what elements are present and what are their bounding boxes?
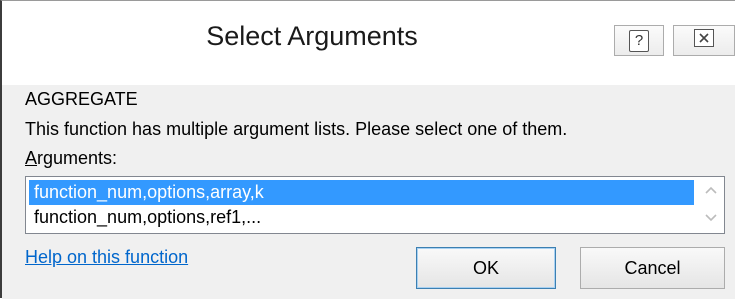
help-on-this-function-link[interactable]: Help on this function — [25, 247, 188, 268]
argument-list-item[interactable]: function_num,options,ref1,... — [29, 205, 694, 230]
chevron-down-icon — [704, 210, 718, 228]
arguments-label-accel: A — [25, 148, 38, 168]
dialog-title: Select Arguments — [206, 21, 418, 51]
dialog-content: AGGREGATE This function has multiple arg… — [2, 85, 735, 299]
select-arguments-dialog: Select Arguments ? AGGREGATE This functi… — [0, 0, 735, 299]
scroll-up-button[interactable] — [698, 177, 724, 205]
help-button[interactable]: ? — [614, 25, 664, 56]
arguments-label-rest: rguments: — [37, 148, 118, 168]
arguments-listbox[interactable]: function_num,options,array,k function_nu… — [25, 176, 725, 234]
function-name: AGGREGATE — [25, 89, 138, 109]
listbox-scrollbar[interactable] — [698, 177, 724, 233]
arguments-label: Arguments: — [25, 148, 117, 169]
scroll-down-button[interactable] — [698, 205, 724, 233]
question-mark-icon: ? — [629, 29, 649, 52]
title-bar: Select Arguments ? — [2, 1, 735, 85]
close-button[interactable] — [673, 25, 735, 56]
argument-list-item[interactable]: function_num,options,array,k — [29, 180, 694, 205]
close-icon — [693, 28, 715, 53]
chevron-up-icon — [704, 182, 718, 200]
cancel-button[interactable]: Cancel — [580, 247, 725, 289]
description-text: This function has multiple argument list… — [25, 119, 568, 139]
ok-button[interactable]: OK — [416, 247, 556, 289]
